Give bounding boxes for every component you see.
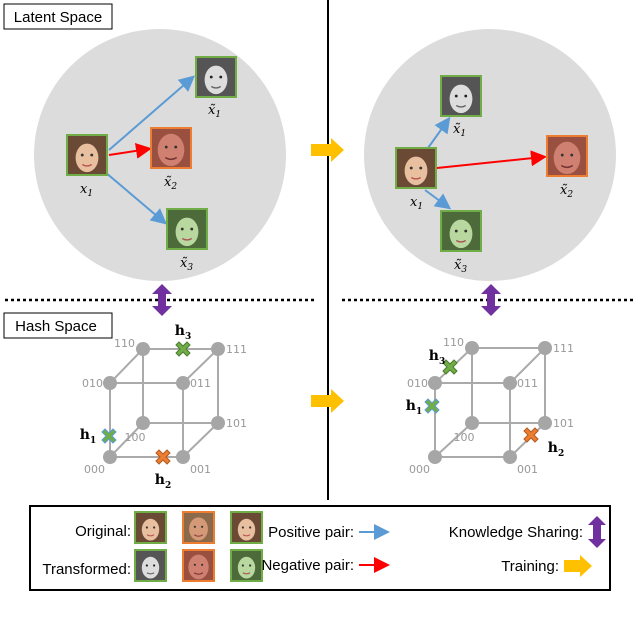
cube-vertex-110 [465, 341, 479, 355]
vertex-label-011: 011 [517, 377, 538, 390]
face-x1 [66, 134, 108, 176]
vertex-label-110: 110 [114, 337, 135, 350]
legend-positive-pair-label: Positive pair: [268, 524, 354, 541]
h1-label: h1 [80, 427, 96, 446]
cube-vertex-111 [211, 342, 225, 356]
vertex-label-000: 000 [409, 463, 430, 476]
cube-vertex-101 [211, 416, 225, 430]
h2-label: h2 [548, 440, 564, 459]
cube-vertex-101 [538, 416, 552, 430]
cube-edge [182, 422, 219, 458]
cube-vertex-001 [503, 450, 517, 464]
legend-training-label: Training: [501, 558, 559, 575]
cube-vertex-011 [176, 376, 190, 390]
vertex-label-001: 001 [517, 463, 538, 476]
vertex-label-101: 101 [226, 417, 247, 430]
vertex-label-100: 100 [125, 431, 146, 444]
h3-label: h3 [175, 323, 191, 342]
hash-space-label: Hash Space [15, 318, 97, 335]
legend-negative-pair-label: Negative pair: [261, 557, 354, 574]
legend-knowledge-sharing-label: Knowledge Sharing: [449, 524, 583, 541]
cube-vertex-000 [428, 450, 442, 464]
vertex-label-101: 101 [553, 417, 574, 430]
legend-original-label: Original: [75, 523, 131, 540]
legend-original-face-1 [134, 511, 167, 544]
vertex-label-111: 111 [553, 342, 574, 355]
h1-marker [424, 398, 440, 414]
cube-vertex-000 [103, 450, 117, 464]
diagram: Latent Space Hash Space x1 x̃1 x̃2 x̃3 x… [3, 0, 635, 591]
legend-transformed-face-2 [182, 549, 215, 582]
vertex-label-010: 010 [82, 377, 103, 390]
vertex-label-000: 000 [84, 463, 105, 476]
cube-vertex-111 [538, 341, 552, 355]
face-x-tilde-2 [546, 135, 588, 177]
cube-edge [109, 348, 144, 384]
face-x-tilde-2 [150, 127, 192, 169]
hash-cube-left: 000 001 010 011 100 101 110 111 h3 h1 h2 [80, 323, 247, 491]
vertex-label-011: 011 [190, 377, 211, 390]
latent-space-label: Latent Space [14, 9, 102, 26]
cube-vertex-001 [176, 450, 190, 464]
cube-vertex-010 [428, 376, 442, 390]
vertex-label-010: 010 [407, 377, 428, 390]
cube-vertex-010 [103, 376, 117, 390]
cube-vertex-100 [465, 416, 479, 430]
legend-original-face-2 [182, 511, 215, 544]
vertex-label-100: 100 [454, 431, 475, 444]
cube-vertex-011 [503, 376, 517, 390]
legend-original-face-3 [230, 511, 263, 544]
h3-label: h3 [429, 348, 445, 367]
legend-transformed-face-1 [134, 549, 167, 582]
face-x1 [395, 147, 437, 189]
legend-transformed-face-3 [230, 549, 263, 582]
face-x-tilde-3 [166, 208, 208, 250]
cube-vertex-100 [136, 416, 150, 430]
vertex-label-001: 001 [190, 463, 211, 476]
vertex-label-111: 111 [226, 343, 247, 356]
cube-vertex-110 [136, 342, 150, 356]
h2-label: h2 [155, 472, 171, 491]
legend-transformed-label: Transformed: [42, 561, 131, 578]
h1-label: h1 [406, 398, 422, 417]
hash-cube-right: 000 001 010 011 100 101 110 111 h3 h1 h2 [406, 336, 574, 476]
face-x-tilde-3 [440, 210, 482, 252]
h2-marker [523, 427, 539, 443]
face-x-tilde-1 [440, 75, 482, 117]
vertex-label-110: 110 [443, 336, 464, 349]
face-x-tilde-1 [195, 56, 237, 98]
